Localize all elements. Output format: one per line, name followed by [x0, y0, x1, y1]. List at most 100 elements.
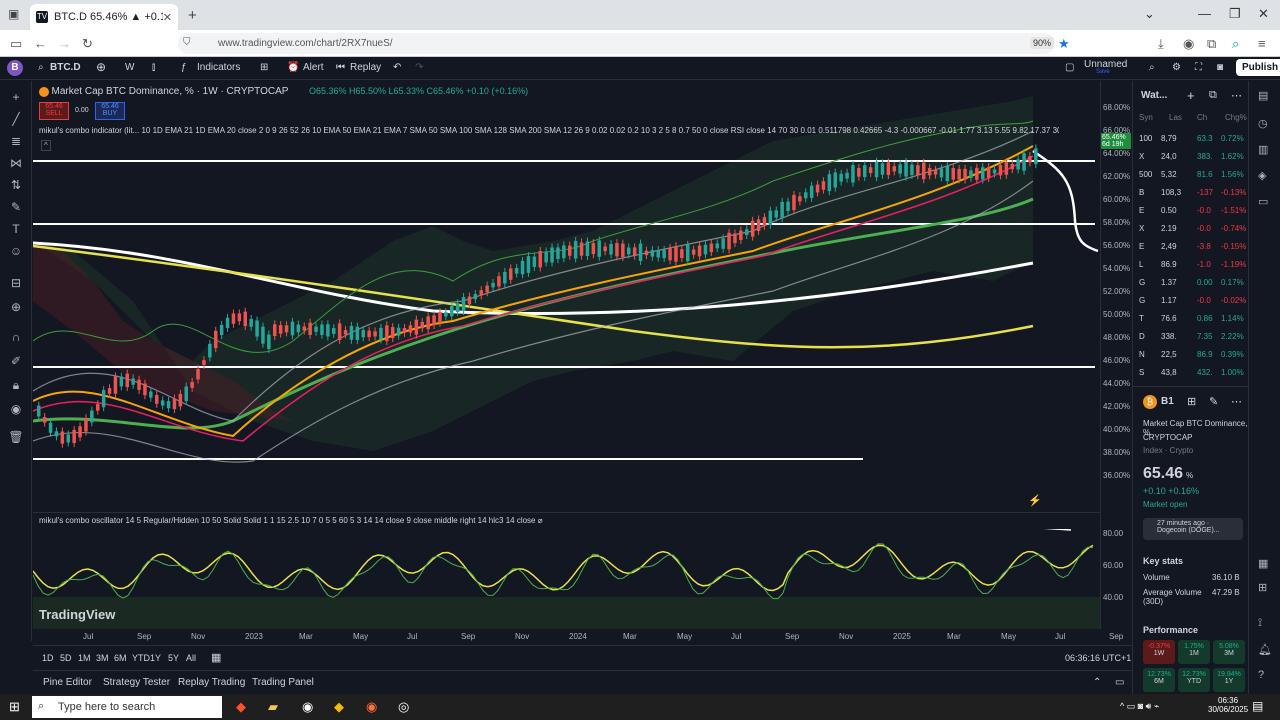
- indicator-legend[interactable]: mikul's combo indicator (lit... 10 1D EM…: [39, 126, 1059, 135]
- close-window-icon[interactable]: ✕: [1258, 6, 1269, 22]
- trendline-icon[interactable]: ╱: [8, 111, 24, 127]
- url-field[interactable]: www.tradingview.com/chart/2RX7nueS/: [178, 33, 1054, 54]
- data-window-icon[interactable]: ▥: [1258, 143, 1272, 157]
- firefox-icon[interactable]: ◉: [366, 699, 377, 715]
- taskbar-search[interactable]: Type here to search: [32, 696, 222, 718]
- sell-button[interactable]: 65.46 SELL: [39, 102, 69, 120]
- range-1d[interactable]: 1D: [42, 653, 54, 663]
- menu-icon[interactable]: ≡: [1258, 36, 1266, 51]
- list-item[interactable]: X 2.19 -0.0 -0.74%: [1139, 221, 1247, 238]
- utc-clock[interactable]: 06:36:16 UTC+1: [1065, 653, 1131, 663]
- lightning-icon[interactable]: ⚡: [1028, 494, 1042, 507]
- list-item[interactable]: D 338. 7.35 2.22%: [1139, 329, 1247, 346]
- price-scale[interactable]: 68.00% 66.00% 64.00% 62.00% 60.00% 58.00% 56.0…: [1100, 81, 1132, 629]
- reload-icon[interactable]: ↻: [82, 36, 93, 52]
- close-tab-icon[interactable]: ✕: [163, 11, 172, 24]
- brave-browser-icon[interactable]: ◆: [236, 699, 246, 715]
- symbol-legend[interactable]: Market Cap BTC Dominance, % · 1W · CRYPT…: [39, 86, 528, 97]
- layout-icon[interactable]: ▢: [1065, 62, 1074, 73]
- watchlist-title[interactable]: Wat...: [1141, 90, 1167, 101]
- undo-icon[interactable]: ↶: [393, 62, 401, 73]
- shield-icon[interactable]: ⛉: [183, 37, 191, 48]
- tab-trading-panel[interactable]: Trading Panel: [252, 677, 314, 688]
- list-item[interactable]: T 76.6 0.86 1.14%: [1139, 311, 1247, 328]
- minimize-icon[interactable]: —: [1198, 6, 1211, 21]
- zoom-in-icon[interactable]: ⊕: [8, 299, 24, 315]
- range-ytd[interactable]: YTD: [132, 653, 150, 663]
- advanced-view-icon[interactable]: ⧉: [1209, 89, 1217, 102]
- alert-button[interactable]: Alert: [303, 62, 324, 73]
- forward-icon[interactable]: →: [58, 36, 71, 51]
- chat-icon[interactable]: ▭: [1258, 195, 1272, 209]
- list-item[interactable]: N 22,5 86.9 0.39%: [1139, 347, 1247, 364]
- candles-icon[interactable]: ⫾: [152, 62, 155, 73]
- account-icon[interactable]: ◉: [1183, 36, 1194, 52]
- maximize-panel-icon[interactable]: ▭: [1115, 677, 1124, 688]
- buy-button[interactable]: 65.46 BUY: [95, 102, 125, 120]
- indicators-button[interactable]: Indicators: [197, 62, 240, 73]
- fib-icon[interactable]: ≣: [8, 133, 24, 149]
- fullscreen-icon[interactable]: ⛶: [1195, 62, 1202, 73]
- app-icon[interactable]: ◉: [302, 699, 313, 715]
- perf-cell[interactable]: 12.73% YTD: [1178, 668, 1210, 692]
- windows-start-icon[interactable]: ⊞: [9, 699, 20, 715]
- taskbar-clock[interactable]: 06:36 30/06/2025: [1208, 696, 1248, 714]
- main-chart-pane[interactable]: Market Cap BTC Dominance, % · 1W · CRYPT…: [33, 81, 1100, 511]
- notifications-icon[interactable]: 🔔︎: [1258, 643, 1272, 657]
- signal-icon[interactable]: ⟟: [1258, 617, 1272, 631]
- calendar-icon[interactable]: ▦: [211, 651, 221, 664]
- col-symbol[interactable]: Syn: [1139, 113, 1153, 122]
- tab-replay-trading[interactable]: Replay Trading: [178, 677, 245, 688]
- replay-button[interactable]: Replay: [350, 62, 381, 73]
- publish-button[interactable]: Publish: [1236, 59, 1280, 76]
- stay-drawing-icon[interactable]: ✐: [8, 353, 24, 369]
- bookmark-star-icon[interactable]: ★: [1058, 36, 1070, 52]
- tab-strategy-tester[interactable]: Strategy Tester: [103, 677, 170, 688]
- list-item[interactable]: E 2,49 -3.8 -0.15%: [1139, 239, 1247, 256]
- range-1m[interactable]: 1M: [78, 653, 91, 663]
- range-5y[interactable]: 5Y: [168, 653, 179, 663]
- edit-icon[interactable]: ✎: [1209, 395, 1218, 408]
- grid-view-icon[interactable]: ⊞: [1187, 395, 1196, 408]
- downloads-icon[interactable]: ⤓: [1158, 36, 1164, 52]
- back-icon[interactable]: ←: [34, 36, 47, 51]
- help-icon[interactable]: ?: [1258, 669, 1272, 683]
- extensions-icon[interactable]: ⧉: [1207, 36, 1216, 52]
- avatar[interactable]: B: [7, 60, 23, 76]
- details-symbol[interactable]: B1: [1161, 396, 1174, 407]
- quick-search-icon[interactable]: ⌕: [1149, 62, 1155, 73]
- sidebar-icon[interactable]: ▭: [10, 36, 22, 52]
- perf-cell[interactable]: 19.94% 1Y: [1213, 668, 1245, 692]
- compare-add-icon[interactable]: ⊕: [96, 60, 106, 74]
- range-6m[interactable]: 6M: [114, 653, 127, 663]
- perf-cell[interactable]: -0.37% 1W: [1143, 640, 1175, 664]
- list-item[interactable]: G 1.17 -0.0 -0.02%: [1139, 293, 1247, 310]
- calendar-icon[interactable]: ▦: [1258, 557, 1272, 571]
- tradingview-app-icon[interactable]: ◎: [398, 699, 409, 715]
- time-axis[interactable]: Jul Sep Nov 2023 Mar May Jul Sep Nov 2024 Mar May Ju…: [33, 629, 1132, 645]
- ruler-icon[interactable]: ⊟: [8, 275, 24, 291]
- list-item[interactable]: G 1.37 0.00 0.17%: [1139, 275, 1247, 292]
- details-more-icon[interactable]: ⋯: [1231, 395, 1242, 408]
- list-item[interactable]: X 24,0 383. 1.62%: [1139, 149, 1247, 166]
- perf-cell[interactable]: 12.73% 6M: [1143, 668, 1175, 692]
- tab-search-icon[interactable]: ⌄: [1144, 6, 1155, 22]
- browser-tab[interactable]: TV BTC.D 65.46% ▲ +0.16% Unna ✕: [30, 4, 178, 30]
- tab-pine-editor[interactable]: Pine Editor: [43, 677, 92, 688]
- range-1y[interactable]: 1Y: [150, 653, 161, 663]
- watchlist-icon[interactable]: ▤: [1258, 89, 1272, 103]
- col-change-pct[interactable]: Chg%: [1225, 113, 1247, 122]
- details-exchange[interactable]: CRYPTOCAP: [1143, 433, 1193, 442]
- layers-icon[interactable]: ◈: [1258, 169, 1272, 183]
- redo-icon[interactable]: ↷: [415, 62, 423, 73]
- perf-cell[interactable]: 5.08% 3M: [1213, 640, 1245, 664]
- eye-icon[interactable]: ◉: [8, 401, 24, 417]
- binance-icon[interactable]: ◆: [334, 699, 344, 715]
- text-icon[interactable]: T: [8, 221, 24, 237]
- lock-icon[interactable]: 🔒︎: [8, 377, 24, 393]
- symbol-button[interactable]: BTC.D: [50, 62, 81, 73]
- list-item[interactable]: L 86.9 -1.0 -1.19%: [1139, 257, 1247, 274]
- emoji-icon[interactable]: ☺: [8, 243, 24, 259]
- list-item[interactable]: B 108,3 -137 -0.13%: [1139, 185, 1247, 202]
- news-item[interactable]: 27 minutes ago · Dogecoin (DOGE)...: [1143, 518, 1243, 540]
